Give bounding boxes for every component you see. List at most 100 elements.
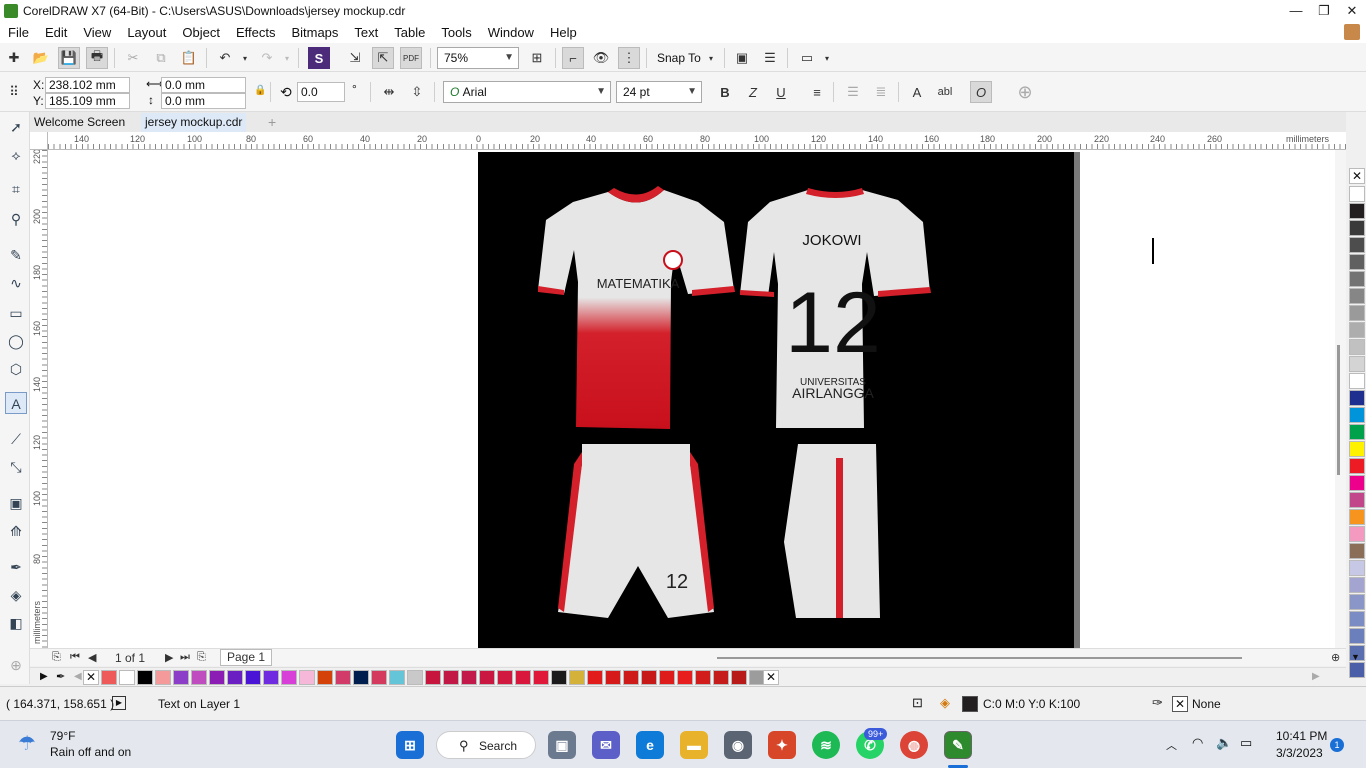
drawing-canvas[interactable]: MATEMATIKA JOKOWI 12 UNIVERSITAS AIRLANG… (48, 150, 1335, 648)
palette-swatch[interactable] (1349, 594, 1365, 610)
open-folder-icon[interactable]: 📂 (30, 47, 52, 69)
redo-dropdown-icon[interactable]: ▾ (276, 47, 298, 69)
next-page-icon[interactable]: ▶ (165, 651, 173, 664)
menu-tools[interactable]: Tools (433, 25, 479, 40)
menu-effects[interactable]: Effects (228, 25, 284, 40)
tab-welcome-screen[interactable]: Welcome Screen (30, 113, 129, 132)
undo-icon[interactable]: ↶ (214, 47, 236, 69)
freehand-tool-icon[interactable]: ✎ (5, 244, 27, 266)
palette-swatch[interactable] (659, 670, 675, 685)
palette-swatch[interactable] (281, 670, 297, 685)
menu-bitmaps[interactable]: Bitmaps (283, 25, 346, 40)
smart-fill-tool-icon[interactable]: ◧ (5, 612, 27, 634)
import-icon[interactable]: ⇲ (344, 47, 366, 69)
edge-browser-icon[interactable]: e (636, 731, 664, 759)
palette-swatch[interactable] (227, 670, 243, 685)
bullet-list-icon[interactable]: ☰ (842, 81, 864, 103)
weather-desc[interactable]: Rain off and on (50, 745, 131, 759)
palette-swatch[interactable] (569, 670, 585, 685)
palette-swatch[interactable] (1349, 475, 1365, 491)
palette-swatch[interactable] (623, 670, 639, 685)
palette-swatch[interactable] (1349, 237, 1365, 253)
text-properties-icon[interactable]: A (906, 81, 928, 103)
horizontal-scrollbar[interactable] (717, 657, 1242, 659)
palette-swatch[interactable] (1349, 424, 1365, 440)
zoom-page-icon[interactable]: ⊞ (526, 47, 548, 69)
first-page-icon[interactable]: ⏮ (70, 651, 80, 664)
palette-swatch[interactable] (1349, 322, 1365, 338)
user-icon[interactable] (1344, 24, 1360, 40)
crop-tool-icon[interactable]: ⌗ (5, 178, 27, 200)
mirror-vertical-icon[interactable]: ⇳ (406, 81, 428, 103)
palette-swatch[interactable] (731, 670, 747, 685)
palette-swatch[interactable] (461, 670, 477, 685)
italic-button[interactable]: Z (742, 81, 764, 103)
add-page-icon[interactable]: ⎘ (197, 651, 206, 664)
transparency-tool-icon[interactable]: ⟰ (5, 520, 27, 542)
palette-scroll-left-icon[interactable]: ◀ (74, 671, 82, 682)
show-guidelines-icon[interactable]: ⋮ (618, 47, 640, 69)
palette-swatch[interactable] (1349, 611, 1365, 627)
status-play-icon[interactable]: ▶ (112, 696, 126, 710)
palette-swatch[interactable] (353, 670, 369, 685)
cut-icon[interactable]: ✂ (122, 47, 144, 69)
text-align-icon[interactable]: ≡ (806, 81, 828, 103)
x-position-field[interactable]: 238.102 mm (45, 77, 130, 93)
print-icon[interactable]: 🖶 (86, 47, 108, 69)
ruler-origin[interactable] (30, 132, 48, 150)
palette-swatch[interactable] (1349, 220, 1365, 236)
volume-icon[interactable]: 🔈 (1216, 735, 1232, 751)
artistic-media-tool-icon[interactable]: ∿ (5, 272, 27, 294)
mirror-horizontal-icon[interactable]: ⇹ (378, 81, 400, 103)
connector-tool-icon[interactable]: ⤡ (5, 456, 27, 478)
palette-swatch[interactable] (389, 670, 405, 685)
pick-tool-icon[interactable]: ➚ (5, 116, 27, 138)
palette-scroll-down-icon[interactable]: ▼ (1351, 652, 1360, 662)
add-tool-icon[interactable]: ⊕ (5, 654, 27, 676)
opentype-icon[interactable]: O (970, 81, 992, 103)
outline-none-swatch[interactable]: ✕ (1172, 696, 1188, 712)
application-launcher-icon[interactable]: ▭ (796, 47, 818, 69)
palette-swatch[interactable] (1349, 288, 1365, 304)
shape-tool-icon[interactable]: ⟡ (5, 144, 27, 166)
palette-swatch[interactable] (371, 670, 387, 685)
palette-swatch[interactable] (101, 670, 117, 685)
ellipse-tool-icon[interactable]: ◯ (5, 330, 27, 352)
palette-swatch[interactable] (173, 670, 189, 685)
palette-swatch[interactable] (407, 670, 423, 685)
color-proofing-icon[interactable]: ⊡ (912, 695, 923, 711)
palette-swatch[interactable] (1349, 492, 1365, 508)
page-options-icon[interactable]: ⎘ (52, 651, 61, 664)
width-field[interactable]: 0.0 mm (161, 77, 246, 93)
no-fill-swatch[interactable]: ✕ (83, 670, 99, 685)
palette-swatch[interactable] (317, 670, 333, 685)
notification-count-badge[interactable]: 1 (1330, 738, 1344, 752)
teams-chat-icon[interactable]: ✉ (592, 731, 620, 759)
y-position-field[interactable]: 185.109 mm (45, 93, 130, 109)
edit-text-icon[interactable]: abl (934, 81, 956, 103)
palette-swatch[interactable] (1349, 526, 1365, 542)
menu-file[interactable]: File (0, 25, 37, 40)
palette-swatch[interactable] (1349, 356, 1365, 372)
menu-table[interactable]: Table (386, 25, 433, 40)
text-tool-icon[interactable]: A (5, 392, 27, 414)
taskbar-search-box[interactable]: ⚲ Search (436, 731, 536, 759)
palette-swatch[interactable] (119, 670, 135, 685)
palette-swatch[interactable] (137, 670, 153, 685)
game-app-icon[interactable]: ✦ (768, 731, 796, 759)
clock-time[interactable]: 10:41 PM (1276, 729, 1327, 743)
minimize-button[interactable]: — (1282, 0, 1310, 22)
palette-swatch[interactable] (1349, 305, 1365, 321)
palette-swatch[interactable] (587, 670, 603, 685)
palette-menu-arrow-icon[interactable]: ▶ (40, 671, 48, 682)
object-origin-icon[interactable]: ⠿ (3, 81, 25, 103)
palette-swatch[interactable] (479, 670, 495, 685)
menu-window[interactable]: Window (480, 25, 542, 40)
wifi-icon[interactable]: ◠ (1192, 735, 1203, 751)
bold-button[interactable]: B (714, 81, 736, 103)
palette-swatch[interactable] (1349, 560, 1365, 576)
menu-edit[interactable]: Edit (37, 25, 75, 40)
weather-rain-icon[interactable]: ☂ (18, 731, 36, 756)
font-family-select[interactable]: O Arial ▼ (443, 81, 611, 103)
palette-swatch[interactable] (263, 670, 279, 685)
